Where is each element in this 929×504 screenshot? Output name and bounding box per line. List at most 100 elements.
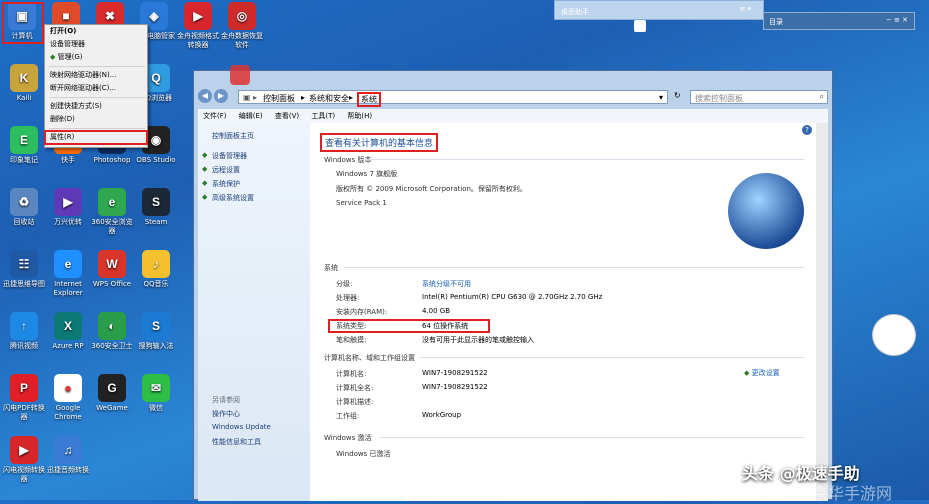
nav-performance-tools[interactable]: 性能信息和工具 (212, 437, 261, 447)
menu-item-map-drive[interactable]: 映射网络驱动器(N)... (45, 69, 147, 82)
shield-icon: ◆ (202, 193, 208, 201)
change-settings-link[interactable]: ◆ 更改设置 (744, 368, 780, 378)
app-icon: E (10, 126, 38, 154)
desktop-icon[interactable]: ◐ 360安全卫士 (90, 312, 134, 351)
desktop-icon-label: 快手 (61, 156, 75, 164)
app-icon: ♫ (54, 436, 82, 464)
forward-icon[interactable]: ▶ (214, 89, 228, 103)
processor-value: Intel(R) Pentium(R) CPU G630 @ 2.70GHz 2… (422, 293, 603, 301)
desktop-icon[interactable]: S 搜狗输入法 (134, 312, 178, 351)
desktop-icon-label: Google Chrome (54, 404, 82, 421)
desktop-icon-label: Steam (144, 218, 168, 226)
desktop-icon[interactable]: ☷ 迅捷思维导图 (2, 250, 46, 289)
desktop-icon[interactable]: K Kaili (2, 64, 46, 103)
menu-separator (49, 66, 145, 67)
gadget-controls-icon[interactable]: ≡ ▾ (739, 5, 751, 13)
address-bar[interactable]: ▣ ▸ 控制面板 ▸ 系统和安全 ▸ 系统 ▾ (238, 90, 668, 107)
desktop-icon[interactable]: X Azure RP (46, 312, 90, 351)
menu-item-manage[interactable]: ◆ 管理(G) (45, 51, 147, 64)
menu-item-properties[interactable]: 属性(R) (44, 130, 148, 145)
desktop-icon[interactable]: ♪ QQ音乐 (134, 250, 178, 289)
refresh-icon[interactable]: ↻ (674, 91, 681, 100)
menu-item-create-shortcut[interactable]: 创建快捷方式(S) (45, 100, 147, 113)
shirt-icon[interactable] (634, 20, 646, 32)
desktop-icon[interactable]: ♻ 回收站 (2, 188, 46, 227)
assistant-mascot-icon[interactable] (872, 314, 916, 356)
processor-label: 处理器: (336, 294, 360, 302)
nav-control-panel-home[interactable]: 控制面板主页 (212, 131, 254, 141)
menu-tools[interactable]: 工具(T) (311, 112, 335, 120)
search-placeholder: 搜索控制面板 (695, 94, 743, 103)
app-icon: G (98, 374, 126, 402)
app-icon: ◎ (228, 2, 256, 30)
app-icon (230, 65, 250, 85)
menu-item-label: 管理(G) (57, 53, 83, 61)
see-also-heading: 另请参阅 (212, 396, 240, 404)
section-windows-edition: Windows 版本 (324, 156, 372, 164)
menu-file[interactable]: 文件(F) (203, 112, 227, 120)
desktop-icon[interactable]: ♫ 迅捷音频转换 (46, 436, 90, 475)
desktop-icon[interactable]: ▶ 万兴优转 (46, 188, 90, 227)
desktop-icon[interactable]: S Steam (134, 188, 178, 227)
menu-help[interactable]: 帮助(H) (347, 112, 372, 120)
menu-item-device-manager[interactable]: 设备管理器 (45, 38, 147, 51)
scrollbar[interactable] (816, 123, 828, 501)
breadcrumb-system[interactable]: 系统 (357, 92, 381, 107)
watermark-site: 京华手游网 (812, 484, 893, 503)
app-icon: ▶ (184, 2, 212, 30)
menu-edit[interactable]: 编辑(E) (239, 112, 263, 120)
gadget-controls-icon[interactable]: − ≡ ✕ (886, 16, 908, 24)
nav-system-protection[interactable]: 系统保护 (212, 179, 240, 189)
desktop-icon[interactable]: e Internet Explorer (46, 250, 90, 298)
desktop-icon[interactable]: ▶ 闪电视频转换器 (2, 436, 46, 484)
breadcrumb-separator-icon: ▸ (349, 93, 354, 102)
rating-label: 分级: (336, 280, 353, 288)
desktop-icon-label: OBS Studio (136, 156, 176, 164)
menu-item-delete[interactable]: 删除(D) (45, 113, 147, 126)
divider (344, 267, 804, 268)
shield-icon: ◆ (202, 179, 208, 187)
full-name-value: WIN7-1908291522 (422, 383, 488, 391)
os-copyright: 版权所有 © 2009 Microsoft Corporation。保留所有权利… (336, 185, 527, 193)
desktop-icon-label: Internet Explorer (53, 280, 83, 297)
menu-separator (49, 128, 145, 129)
system-type-value: 64 位操作系统 (422, 322, 469, 330)
change-settings-label: 更改设置 (751, 369, 780, 377)
desktop-icon[interactable]: ↑ 腾讯视频 (2, 312, 46, 351)
desktop-icon[interactable]: ● Google Chrome (46, 374, 90, 422)
dropdown-icon[interactable]: ▾ (659, 93, 663, 102)
nav-advanced-settings[interactable]: 高级系统设置 (212, 193, 254, 203)
desktop-icon[interactable]: e 360安全浏览器 (90, 188, 134, 236)
desktop-icon[interactable]: ▶ 金舟视频格式转换器 (176, 2, 220, 50)
desktop-helper-gadget[interactable]: 桌面助手 ≡ ▾ (554, 0, 764, 20)
menu-item-open[interactable]: 打开(O) (45, 25, 147, 38)
catalog-gadget[interactable]: 目录 − ≡ ✕ (763, 12, 915, 30)
left-nav: 控制面板主页 ◆ 设备管理器 ◆ 远程设置 ◆ 系统保护 ◆ 高级系统设置 另请… (198, 123, 310, 501)
desktop-icon[interactable]: ◎ 金舟数据恢复软件 (220, 2, 264, 50)
section-system: 系统 (324, 264, 338, 272)
system-window: ◀ ▶ ▣ ▸ 控制面板 ▸ 系统和安全 ▸ 系统 ▾ ↻ 搜索控制面板 ⌕ 文… (193, 65, 833, 501)
search-input[interactable]: 搜索控制面板 ⌕ (690, 90, 828, 104)
app-icon: ▶ (10, 436, 38, 464)
back-icon[interactable]: ◀ (198, 89, 212, 103)
app-icon: ◐ (98, 312, 126, 340)
desktop-icon-label: 迅捷思维导图 (3, 280, 45, 288)
desktop-icon[interactable]: E 印象笔记 (2, 126, 46, 165)
nav-windows-update[interactable]: Windows Update (212, 423, 271, 431)
menu-view[interactable]: 查看(V) (275, 112, 299, 120)
desktop-icon[interactable]: G WeGame (90, 374, 134, 413)
nav-device-manager[interactable]: 设备管理器 (212, 151, 247, 161)
desktop-icon-label: 360安全浏览器 (91, 218, 133, 235)
shield-icon: ◆ (202, 165, 208, 173)
rating-link[interactable]: 系统分级不可用 (422, 279, 471, 289)
desktop-icon[interactable]: W WPS Office (90, 250, 134, 289)
nav-action-center[interactable]: 操作中心 (212, 409, 240, 419)
search-icon[interactable]: ⌕ (820, 92, 824, 102)
breadcrumb-system-security[interactable]: 系统和安全 (309, 93, 349, 104)
desktop-icon[interactable]: P 闪电PDF转换器 (2, 374, 46, 422)
breadcrumb-control-panel[interactable]: 控制面板 (263, 93, 295, 104)
help-icon[interactable]: ? (802, 125, 812, 135)
nav-remote-settings[interactable]: 远程设置 (212, 165, 240, 175)
menu-item-disconnect-drive[interactable]: 断开网络驱动器(C)... (45, 82, 147, 95)
desktop-icon[interactable]: ✉ 微信 (134, 374, 178, 413)
